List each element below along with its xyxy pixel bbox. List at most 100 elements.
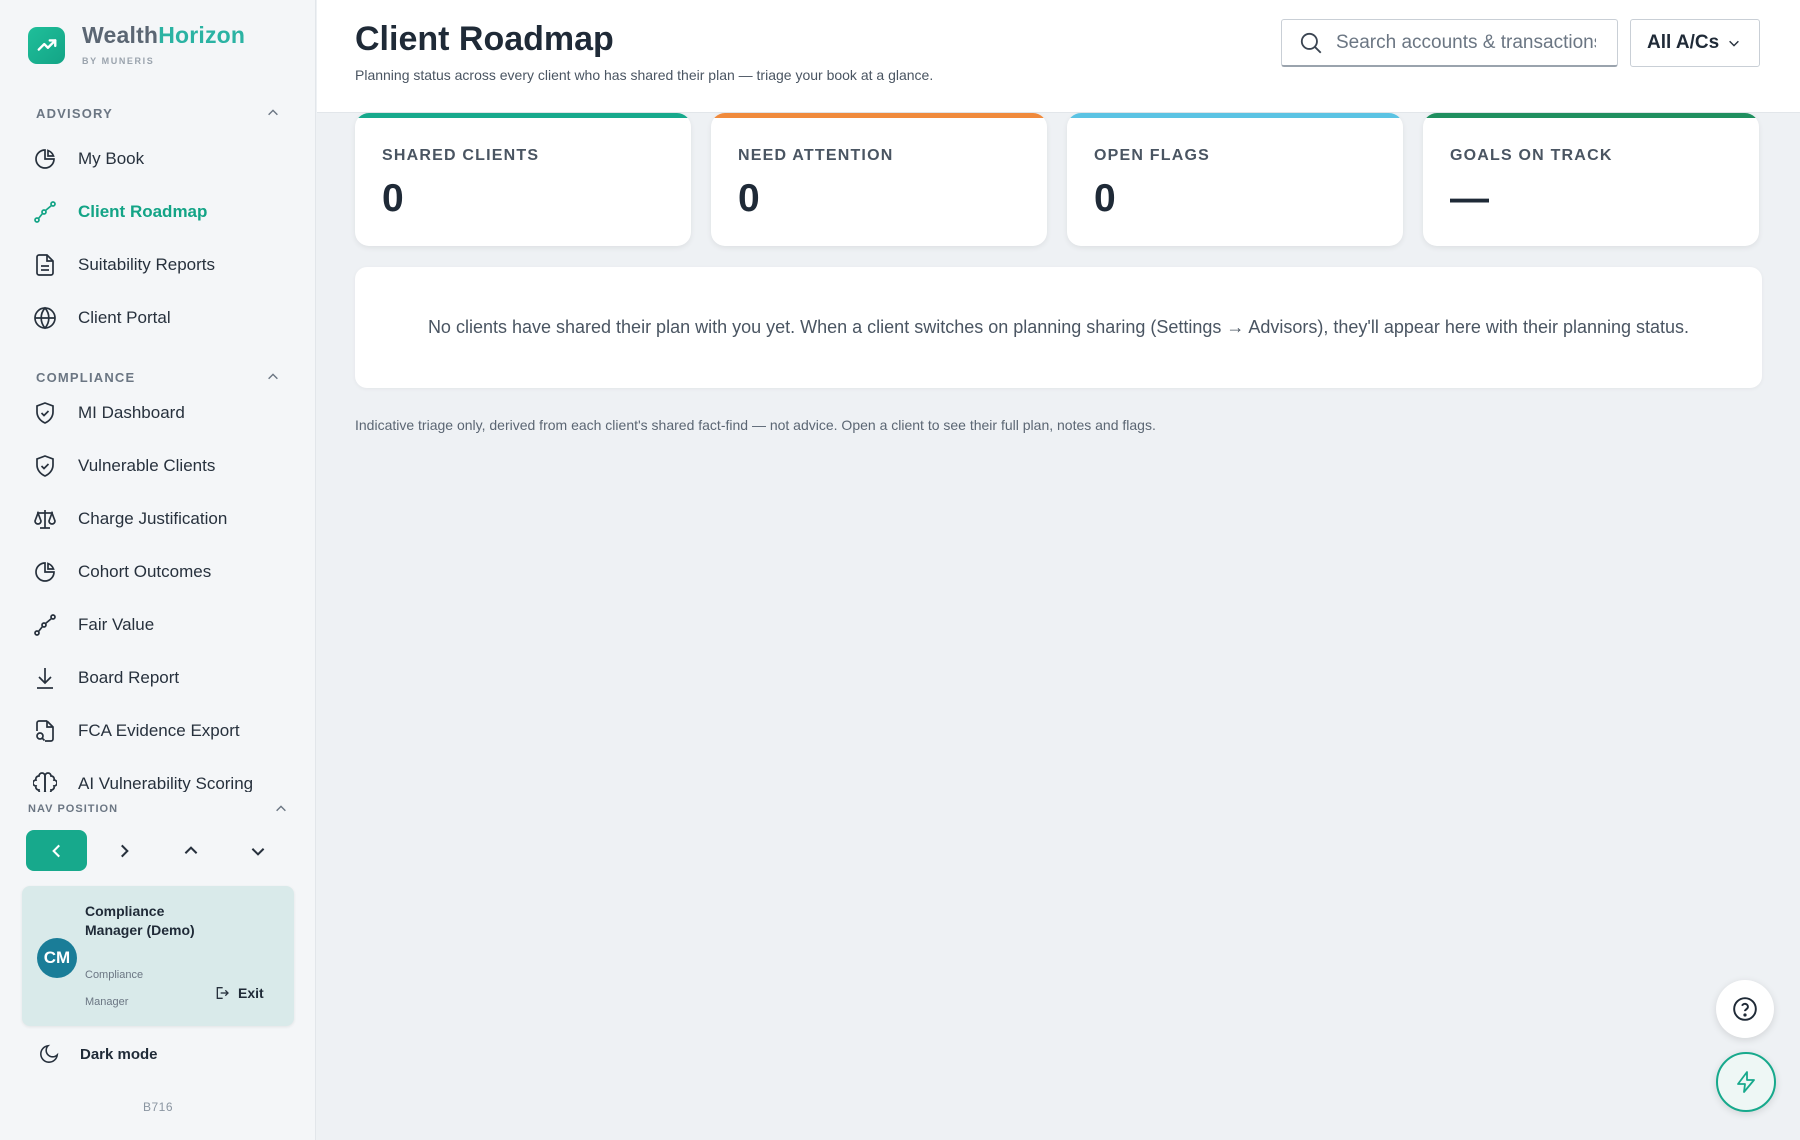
accent-bar xyxy=(355,113,691,118)
sidebar-item-label: FCA Evidence Export xyxy=(78,720,240,740)
advisory-nav: My Book Client Roadmap Suitability Repor… xyxy=(20,132,296,344)
avatar: CM xyxy=(37,938,77,978)
help-button[interactable] xyxy=(1716,980,1774,1038)
sidebar-item-suitability-reports[interactable]: Suitability Reports xyxy=(20,238,296,291)
sidebar-item-label: Client Roadmap xyxy=(78,201,208,221)
chevron-right-icon xyxy=(120,844,129,857)
sidebar-item-ai-vulnerability-scoring[interactable]: AI Vulnerability Scoring xyxy=(20,757,296,792)
route-icon xyxy=(32,612,58,638)
nav-position-bottom-button[interactable] xyxy=(227,830,288,871)
page-title: Client Roadmap xyxy=(355,20,614,58)
compliance-nav-scroll[interactable]: COMPLIANCE MI Dashboard Vulnerable Clien… xyxy=(0,367,316,792)
page-subtitle: Planning status across every client who … xyxy=(355,67,934,83)
account-select[interactable]: All A/Cs xyxy=(1630,19,1760,67)
brain-icon xyxy=(32,771,58,792)
chevron-down-icon xyxy=(1729,40,1740,47)
user-name: Compliance Manager (Demo) xyxy=(85,903,195,938)
chevron-up-icon xyxy=(276,805,286,812)
brand[interactable]: WealthHorizon BY MUNERIS xyxy=(28,24,245,66)
stat-value: — xyxy=(1450,177,1489,220)
help-circle-icon xyxy=(1733,997,1757,1021)
sidebar-item-board-report[interactable]: Board Report xyxy=(20,651,296,704)
shield-check-icon xyxy=(32,400,58,426)
user-role: Compliance Manager xyxy=(85,969,144,1008)
stat-value: 0 xyxy=(382,177,404,220)
sidebar-item-client-roadmap[interactable]: Client Roadmap xyxy=(20,185,296,238)
compliance-section-toggle[interactable]: COMPLIANCE xyxy=(36,367,280,387)
stat-card-need-attention: NEED ATTENTION 0 xyxy=(711,113,1047,246)
nav-position-toggle[interactable]: NAV POSITION xyxy=(28,800,288,818)
advisory-section-title: ADVISORY xyxy=(36,105,114,121)
globe-icon xyxy=(32,305,58,331)
trending-up-icon xyxy=(28,26,65,64)
sidebar-item-charge-justification[interactable]: Charge Justification xyxy=(20,492,296,545)
log-out-icon xyxy=(216,987,229,999)
chevron-up-icon xyxy=(268,373,278,380)
download-icon xyxy=(32,665,58,691)
stat-label: OPEN FLAGS xyxy=(1094,147,1211,164)
sidebar-item-label: AI Vulnerability Scoring xyxy=(78,773,254,793)
user-card: CM Compliance Manager (Demo) Compliance … xyxy=(22,886,294,1026)
compliance-section-title: COMPLIANCE xyxy=(36,369,136,385)
accent-bar xyxy=(711,113,1047,118)
sidebar-item-label: Suitability Reports xyxy=(78,254,216,274)
stat-label: NEED ATTENTION xyxy=(738,147,894,164)
pie-chart-icon xyxy=(32,146,58,172)
route-icon xyxy=(32,199,58,225)
file-search-icon xyxy=(32,718,58,744)
dark-mode-label: Dark mode xyxy=(80,1045,158,1063)
chevron-left-icon xyxy=(51,844,60,857)
nav-position-right-button[interactable] xyxy=(93,830,154,871)
chevron-up-icon xyxy=(184,845,197,854)
empty-state-message: No clients have shared their plan with y… xyxy=(355,267,1762,388)
nav-position-title: NAV POSITION xyxy=(28,803,119,815)
stat-value: 0 xyxy=(1094,177,1116,220)
exit-button[interactable]: Exit xyxy=(214,985,264,1001)
sidebar-item-label: MI Dashboard xyxy=(78,402,185,422)
sidebar-item-cohort-outcomes[interactable]: Cohort Outcomes xyxy=(20,545,296,598)
sidebar: WealthHorizon BY MUNERIS ADVISORY My Boo… xyxy=(0,0,316,1140)
build-version: B716 xyxy=(142,1100,174,1114)
nav-position-controls xyxy=(26,830,294,871)
advisory-section-toggle[interactable]: ADVISORY xyxy=(36,103,280,123)
exit-label: Exit xyxy=(238,985,264,1001)
sidebar-item-label: Client Portal xyxy=(78,307,171,327)
compliance-nav: MI Dashboard Vulnerable Clients Charge J… xyxy=(20,386,296,792)
brand-name: WealthHorizon xyxy=(82,22,246,48)
sidebar-item-fca-evidence-export[interactable]: FCA Evidence Export xyxy=(20,704,296,757)
lightning-icon xyxy=(1737,1071,1755,1093)
stat-card-shared-clients: SHARED CLIENTS 0 xyxy=(355,113,691,246)
stat-card-open-flags: OPEN FLAGS 0 xyxy=(1067,113,1403,246)
stat-label: GOALS ON TRACK xyxy=(1450,147,1613,164)
document-icon xyxy=(32,252,58,278)
moon-icon xyxy=(40,1044,59,1063)
search-box[interactable] xyxy=(1281,19,1618,67)
dark-mode-toggle[interactable]: Dark mode xyxy=(38,1043,158,1065)
sidebar-item-label: Vulnerable Clients xyxy=(78,455,216,475)
stat-label: SHARED CLIENTS xyxy=(382,147,540,164)
sidebar-item-label: Fair Value xyxy=(78,614,155,634)
sidebar-item-label: My Book xyxy=(78,148,145,168)
nav-position-left-button[interactable] xyxy=(26,830,87,871)
account-select-value: All A/Cs xyxy=(1647,32,1720,53)
sidebar-item-label: Board Report xyxy=(78,667,180,687)
sidebar-item-vulnerable-clients[interactable]: Vulnerable Clients xyxy=(20,439,296,492)
sidebar-item-client-portal[interactable]: Client Portal xyxy=(20,291,296,344)
accent-bar xyxy=(1067,113,1403,118)
scales-icon xyxy=(32,506,58,532)
header: Client Roadmap Planning status across ev… xyxy=(317,0,1800,113)
shield-check-icon xyxy=(32,453,58,479)
stat-cards: SHARED CLIENTS 0 NEED ATTENTION 0 OPEN F… xyxy=(355,113,1779,246)
accent-bar xyxy=(1423,113,1759,118)
chevron-down-icon xyxy=(251,847,264,856)
sidebar-item-mi-dashboard[interactable]: MI Dashboard xyxy=(20,386,296,439)
search-input[interactable] xyxy=(1336,31,1596,54)
chevron-up-icon xyxy=(268,109,278,116)
sidebar-item-fair-value[interactable]: Fair Value xyxy=(20,598,296,651)
pie-chart-icon xyxy=(32,559,58,585)
sidebar-item-my-book[interactable]: My Book xyxy=(20,132,296,185)
stat-value: 0 xyxy=(738,177,760,220)
stat-card-goals-on-track: GOALS ON TRACK — xyxy=(1423,113,1759,246)
nav-position-top-button[interactable] xyxy=(160,830,221,871)
quick-actions-button[interactable] xyxy=(1716,1052,1776,1112)
